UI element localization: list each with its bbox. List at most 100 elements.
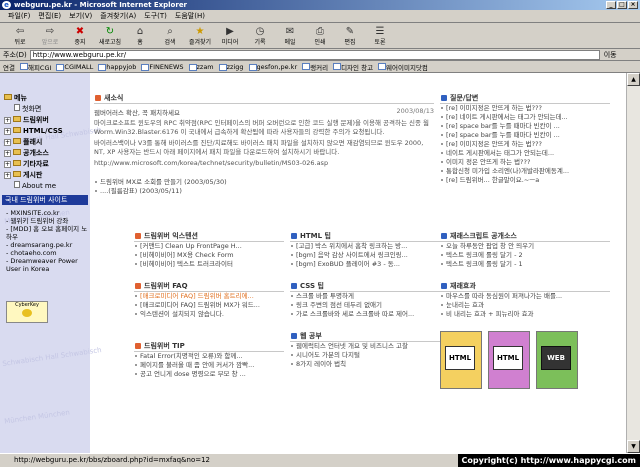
link-item[interactable]: CGIMALL [56,63,93,71]
dw-faq-item[interactable]: [매크로미디어 FAQ] 드림위버 MX가 워드... [134,301,284,310]
qna-item[interactable]: [re] 이미지정은 안뜨게 하는 법??? [440,140,610,149]
site-link[interactable]: - Dreamweaver Power User in Korea [6,257,90,273]
history-button[interactable]: ◷ 기록 [246,24,274,48]
menu-favorites[interactable]: 즐겨찾기(A) [96,11,140,21]
html-tip-item[interactable]: [bgm] 음악 감상 사이트에서 링크인링... [290,251,440,260]
link-item[interactable]: happyjob [98,63,136,71]
link-item[interactable]: zzam [188,63,214,71]
html-tip-item[interactable]: [고급] 박스 위치에서 홈착 링크하는 방... [290,242,440,251]
opensource-item[interactable]: 오늘 하루동안 팝업 창 안 띄우기 [440,242,610,251]
menu-view[interactable]: 보기(V) [65,11,96,21]
refresh-button[interactable]: ↻ 새로고침 [96,24,124,48]
go-button[interactable]: 이동 [604,50,617,60]
tree-item-home[interactable]: 첫화면 [4,104,63,115]
dw-faq-item[interactable]: [매크로미디어 FAQ] 드림위버 홈트리에... [134,292,284,301]
link-item[interactable]: gesfon,pe.kr [248,63,297,71]
news-headline[interactable]: 웹버어러스 확산, 꼭 패치하세요 [94,107,180,117]
maximize-icon[interactable]: □ [617,1,627,9]
tree-root[interactable]: 메뉴 [4,93,63,104]
edit-icon: ✎ [345,25,355,37]
address-input[interactable]: http://www.webguru.pe.kr/ [29,49,600,60]
news-link[interactable]: http://www.microsoft.com/korea/technet/s… [94,159,434,168]
forward-button[interactable]: ⇨ 앞으로 [36,24,64,48]
print-button[interactable]: ⎙ 인쇄 [306,24,334,48]
expand-icon[interactable]: + [4,117,11,124]
news-more-item[interactable]: 드림위버 MX로 소회를 만들기 (2003/05/30) [94,178,434,187]
qna-item[interactable]: [re] 드림위버... 한글말이요.~ㅡa [440,176,610,185]
qna-item[interactable]: [re] space bar를 누를 때마다 빈칸이 ... [440,122,610,131]
js-effect-item[interactable]: 마우스를 따라 동심원이 퍼져나가는 배를... [440,292,610,301]
edit-button[interactable]: ✎ 편집 [336,24,364,48]
qna-item[interactable]: [re] space bar를 누를 때마다 빈칸이 ... [440,131,610,140]
js-effect-item[interactable]: 비 내리는 효과 + 피뉴리아 효과 [440,310,610,319]
menu-tools[interactable]: 도구(T) [140,11,171,21]
link-item[interactable]: 웨어이미지닷컴 [378,62,428,72]
opensource-item[interactable]: 텍스트 링크에 롤링 달기 - 1 [440,260,610,269]
tree-item-flash[interactable]: + 플래시 [4,137,63,148]
css-tip-item[interactable]: 링크 주변의 점선 테두리 없애기 [290,301,440,310]
cyberkey-badge[interactable]: CyberKey [6,301,48,323]
expand-icon[interactable]: + [4,150,11,157]
menu-help[interactable]: 도움말(H) [171,11,209,21]
dw-ext-item[interactable]: [커맨드] Clean Up FrontPage H... [134,242,284,251]
dw-faq-item[interactable]: 익스텐션이 설치되지 않습니다. [134,310,284,319]
discuss-button[interactable]: ☰ 토론 [366,24,394,48]
tree-item-etc[interactable]: + 기타자료 [4,159,63,170]
site-link[interactable]: - MXINSITE.co.kr [6,209,90,217]
minimize-icon[interactable]: _ [606,1,616,9]
search-button[interactable]: ⌕ 검색 [156,24,184,48]
link-item[interactable]: 랭커리 [302,62,328,72]
expand-icon[interactable]: + [4,161,11,168]
tree-item-about[interactable]: About me [4,181,63,192]
dw-ext-item[interactable]: [비헤이비어] 텍스트 트러크라이터 [134,260,284,269]
js-effect-item[interactable]: 눈내리는 효과 [440,301,610,310]
html-tip-item[interactable]: [bgm] ExoBUD 플레이어 #3 - 동... [290,260,440,269]
dw-tip-item[interactable]: Fatal Error(치명적인 오류)와 함께... [134,352,284,361]
web-study-item[interactable]: 8가지 레이아 법칙 [290,360,440,369]
link-item[interactable]: 디자인 창고 [333,62,373,72]
css-tip-item[interactable]: 가로 스크롤바와 세로 스크롤바 따로 제어... [290,310,440,319]
expand-icon[interactable]: + [4,128,11,135]
tree-item-opensource[interactable]: + 공개소스 [4,148,63,159]
scroll-down-icon[interactable]: ▼ [627,440,640,453]
web-study-item[interactable]: 시니어도 가분의 다지털 [290,351,440,360]
expand-icon[interactable]: + [4,172,11,179]
dw-tip-item[interactable]: 공고 언니게 dose 명령으로 부모 창 ... [134,370,284,379]
stop-button[interactable]: ✖ 중지 [66,24,94,48]
favorites-button[interactable]: ★ 즐겨찾기 [186,24,214,48]
menu-edit[interactable]: 편집(E) [34,11,65,21]
expand-icon[interactable]: + [4,139,11,146]
dw-ext-item[interactable]: [비헤이비어] MX용 Check Form [134,251,284,260]
vertical-scrollbar[interactable]: ▲ ▼ [626,73,640,453]
link-item[interactable]: zzigg [218,63,244,71]
scroll-up-icon[interactable]: ▲ [627,73,640,86]
qna-item[interactable]: [re] 네이트 게시판에서는 태그가 안되는데... [440,113,610,122]
css-tip-item[interactable]: 스크롤 바를 투명하게 [290,292,440,301]
mail-button[interactable]: ✉ 메일 [276,24,304,48]
site-link[interactable]: - 웹위키 드림위버 강좌 [6,217,90,225]
qna-item[interactable]: 이미지 정은 안뜨게 하는 법??? [440,158,610,167]
tree-item-dreamweaver[interactable]: + 드림위버 [4,115,63,126]
qna-item[interactable]: 네이트 게시판에서는 태그가 안되는데... [440,149,610,158]
link-item[interactable]: 해피CGI [19,62,51,72]
menu-file[interactable]: 파일(F) [4,11,34,21]
link-item[interactable]: FINENEWS [141,63,184,71]
qna-item[interactable]: 통합신청 미가입 소리엔(나)개발라판에동계... [440,167,610,176]
qna-item[interactable]: [re] 이미지정은 안뜨게 하는 법??? [440,104,610,113]
book-cover[interactable]: HTML [440,331,482,389]
book-cover[interactable]: HTML [488,331,530,389]
dw-tip-item[interactable]: 페이지를 불러올 때 좀 안에 커서가 깜빡... [134,361,284,370]
back-button[interactable]: ⇦ 뒤로 [6,24,34,48]
news-more-item[interactable]: ....(필름감표) (2003/05/11) [94,187,434,196]
tree-item-htmlcss[interactable]: + HTML/CSS [4,126,63,137]
book-cover[interactable]: WEB [536,331,578,389]
close-icon[interactable]: × [628,1,638,9]
site-link[interactable]: - dreamsarang.pe.kr [6,241,90,249]
tree-item-board[interactable]: + 게시판 [4,170,63,181]
web-study-item[interactable]: 웹에럭티스 언터넷 개요 및 비즈니스 고찰 [290,342,440,351]
home-button[interactable]: ⌂ 홈 [126,24,154,48]
site-link[interactable]: - chotaeho.com [6,249,90,257]
opensource-item[interactable]: 텍스트 링크에 롤링 달기 - 2 [440,251,610,260]
site-link[interactable]: - [MDD] 홈 오브 홈페이지 노하우 [6,225,90,241]
media-button[interactable]: ▶ 미디어 [216,24,244,48]
